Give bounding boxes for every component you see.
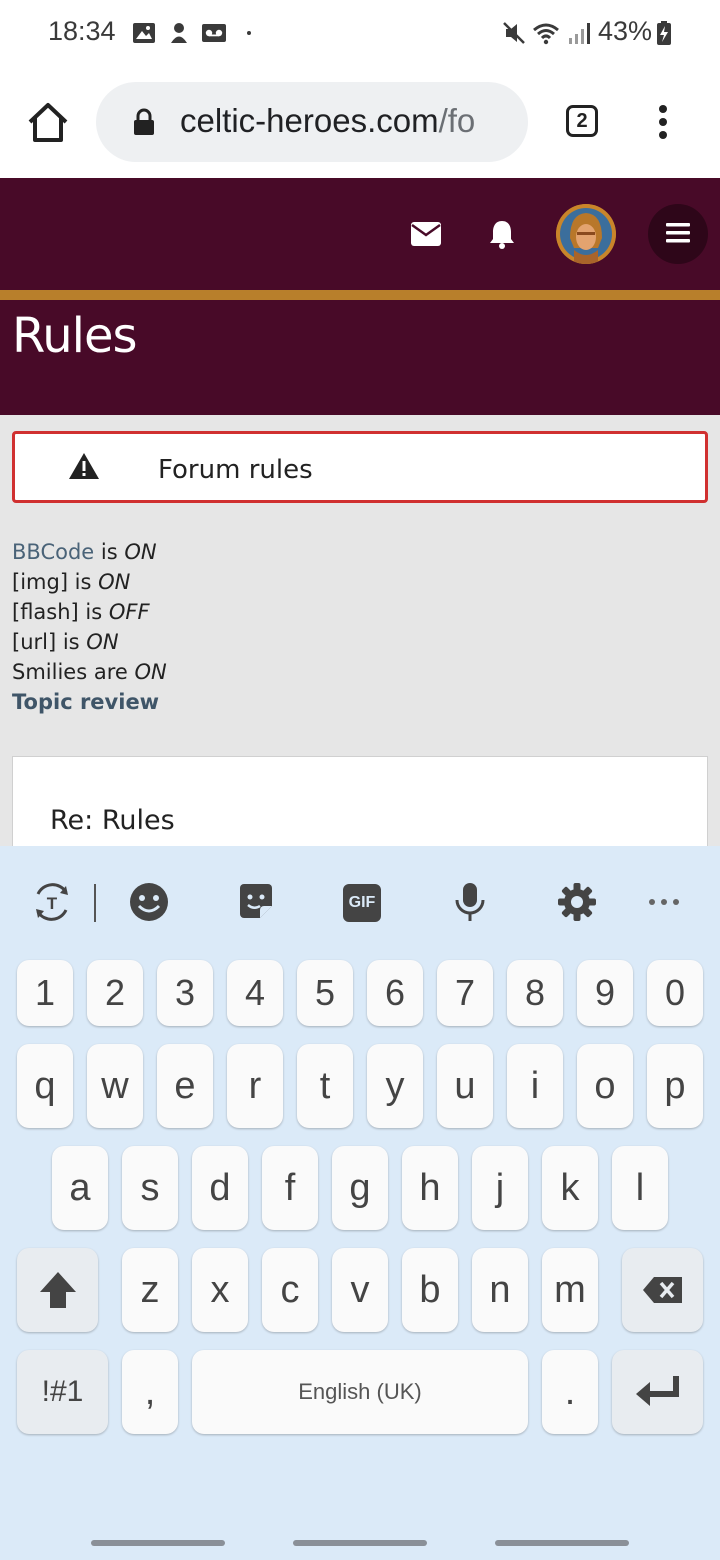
flash-status: [flash] is OFF xyxy=(12,600,150,624)
period-key[interactable]: . xyxy=(542,1350,598,1434)
shift-key[interactable] xyxy=(17,1248,98,1332)
key-1[interactable]: 1 xyxy=(17,960,73,1026)
enter-key[interactable] xyxy=(612,1350,703,1434)
backspace-icon xyxy=(643,1277,682,1303)
enter-icon xyxy=(636,1376,679,1406)
translate-icon[interactable]: T xyxy=(30,880,74,924)
home-icon[interactable] xyxy=(26,100,70,144)
user-avatar[interactable] xyxy=(556,204,616,264)
lock-icon xyxy=(134,108,154,135)
key-d[interactable]: d xyxy=(192,1146,248,1230)
hamburger-icon xyxy=(666,223,690,243)
svg-text:T: T xyxy=(47,894,58,913)
key-j[interactable]: j xyxy=(472,1146,528,1230)
key-u[interactable]: u xyxy=(437,1044,493,1128)
battery-charging-icon xyxy=(657,21,671,45)
tab-switcher-button[interactable]: 2 xyxy=(566,105,598,137)
key-a[interactable]: a xyxy=(52,1146,108,1230)
gallery-icon xyxy=(133,23,155,43)
key-s[interactable]: s xyxy=(122,1146,178,1230)
key-5[interactable]: 5 xyxy=(297,960,353,1026)
key-9[interactable]: 9 xyxy=(577,960,633,1026)
page-title: Rules xyxy=(12,308,137,364)
key-t[interactable]: t xyxy=(297,1044,353,1128)
dot-icon xyxy=(247,31,251,35)
battery-percent: 43% xyxy=(598,16,653,46)
microphone-icon[interactable] xyxy=(448,880,492,924)
key-l[interactable]: l xyxy=(612,1146,668,1230)
forum-rules-box[interactable] xyxy=(12,431,708,503)
shift-icon xyxy=(40,1272,76,1308)
key-3[interactable]: 3 xyxy=(157,960,213,1026)
key-q[interactable]: q xyxy=(17,1044,73,1128)
key-e[interactable]: e xyxy=(157,1044,213,1128)
img-status: [img] is ON xyxy=(12,570,131,594)
mute-icon xyxy=(503,22,525,44)
bbcode-link[interactable]: BBCode xyxy=(12,540,94,564)
more-vert-icon[interactable] xyxy=(650,104,676,140)
bell-icon[interactable] xyxy=(486,218,518,250)
key-6[interactable]: 6 xyxy=(367,960,423,1026)
key-0[interactable]: 0 xyxy=(647,960,703,1026)
mail-icon[interactable] xyxy=(410,221,442,247)
key-x[interactable]: x xyxy=(192,1248,248,1332)
comma-key[interactable]: , xyxy=(122,1350,178,1434)
settings-icon[interactable] xyxy=(555,880,599,924)
key-f[interactable]: f xyxy=(262,1146,318,1230)
app-notification-icon xyxy=(171,23,187,43)
nav-recents-gesture[interactable] xyxy=(495,1540,629,1546)
key-h[interactable]: h xyxy=(402,1146,458,1230)
key-g[interactable]: g xyxy=(332,1146,388,1230)
topic-review-link[interactable]: Topic review xyxy=(12,690,159,714)
emoji-icon[interactable] xyxy=(127,880,171,924)
forum-rules-label: Forum rules xyxy=(158,455,313,485)
key-n[interactable]: n xyxy=(472,1248,528,1332)
key-o[interactable]: o xyxy=(577,1044,633,1128)
url-path: /fo xyxy=(438,102,476,139)
key-w[interactable]: w xyxy=(87,1044,143,1128)
status-time: 18:34 xyxy=(48,16,116,46)
key-y[interactable]: y xyxy=(367,1044,423,1128)
url-domain: celtic-heroes.com xyxy=(180,102,439,139)
more-horiz-icon[interactable] xyxy=(642,880,686,924)
key-8[interactable]: 8 xyxy=(507,960,563,1026)
key-b[interactable]: b xyxy=(402,1248,458,1332)
key-r[interactable]: r xyxy=(227,1044,283,1128)
review-post-title: Re: Rules xyxy=(50,805,175,836)
space-key[interactable]: English (UK) xyxy=(192,1350,528,1434)
key-z[interactable]: z xyxy=(122,1248,178,1332)
backspace-key[interactable] xyxy=(622,1248,703,1332)
key-i[interactable]: i xyxy=(507,1044,563,1128)
key-p[interactable]: p xyxy=(647,1044,703,1128)
smilies-status: Smilies are ON xyxy=(12,660,167,684)
key-4[interactable]: 4 xyxy=(227,960,283,1026)
key-m[interactable]: m xyxy=(542,1248,598,1332)
key-v[interactable]: v xyxy=(332,1248,388,1332)
key-2[interactable]: 2 xyxy=(87,960,143,1026)
url-status: [url] is ON xyxy=(12,630,119,654)
symbols-key[interactable]: !#1 xyxy=(17,1350,108,1434)
wifi-icon xyxy=(533,23,559,45)
voicemail-icon xyxy=(202,24,226,42)
key-7[interactable]: 7 xyxy=(437,960,493,1026)
toolbar-divider xyxy=(94,884,96,922)
bbcode-state: ON xyxy=(124,540,157,564)
key-k[interactable]: k xyxy=(542,1146,598,1230)
bbcode-status: BBCode is ON xyxy=(12,540,157,564)
warning-icon xyxy=(69,453,99,479)
nav-home-gesture[interactable] xyxy=(293,1540,427,1546)
nav-back-gesture[interactable] xyxy=(91,1540,225,1546)
header-accent-strip xyxy=(0,290,720,300)
sticker-icon[interactable] xyxy=(234,880,278,924)
gif-icon[interactable]: GIF xyxy=(343,884,381,922)
signal-icon xyxy=(569,23,590,44)
key-c[interactable]: c xyxy=(262,1248,318,1332)
url-text[interactable]: celtic-heroes.com/fo xyxy=(180,102,510,140)
